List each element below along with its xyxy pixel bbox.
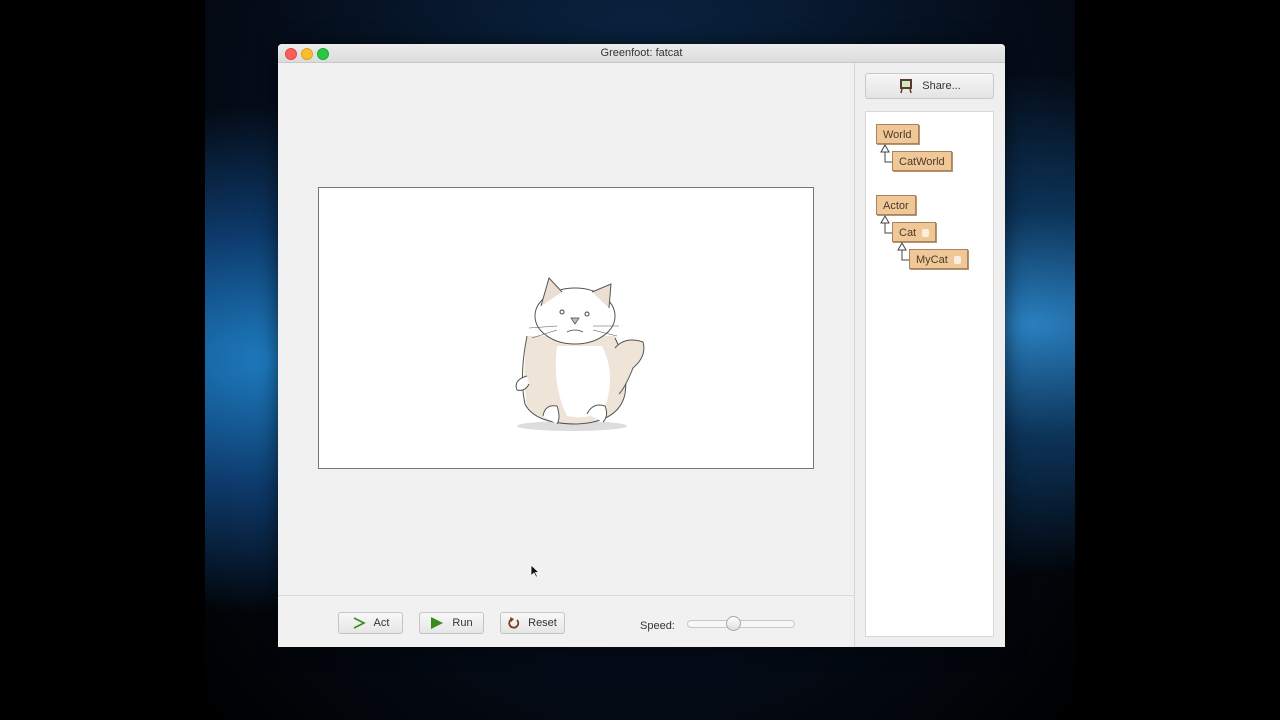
cat-actor[interactable]: [507, 276, 652, 434]
class-diagram: World CatWorld Actor Cat MyCat: [865, 111, 994, 637]
share-label: Share...: [922, 80, 961, 92]
act-button[interactable]: Act: [338, 612, 403, 634]
reset-button[interactable]: Reset: [500, 612, 565, 634]
world-canvas[interactable]: [318, 187, 814, 469]
minimize-button[interactable]: [301, 48, 313, 60]
speed-label: Speed:: [640, 620, 675, 632]
share-button[interactable]: Share...: [865, 73, 994, 99]
class-mycat[interactable]: MyCat: [909, 249, 968, 269]
title-bar: Greenfoot: fatcat: [278, 44, 1005, 63]
class-catworld[interactable]: CatWorld: [892, 151, 952, 171]
act-label: Act: [373, 617, 390, 629]
reset-label: Reset: [528, 617, 557, 629]
class-image-icon: [953, 256, 961, 265]
class-image-icon: [922, 229, 930, 238]
control-bar: Act Run Reset Speed:: [278, 595, 854, 647]
class-actor[interactable]: Actor: [876, 195, 916, 215]
play-icon: [431, 617, 444, 629]
window-title: Greenfoot: fatcat: [600, 47, 683, 59]
run-button[interactable]: Run: [419, 612, 484, 634]
class-cat[interactable]: Cat: [892, 222, 937, 242]
world-area: Act Run Reset Speed:: [278, 63, 855, 647]
zoom-button[interactable]: [317, 48, 329, 60]
easel-icon: [900, 79, 913, 94]
close-button[interactable]: [285, 48, 297, 60]
speed-slider-thumb[interactable]: [726, 616, 742, 631]
class-world[interactable]: World: [876, 124, 919, 144]
act-icon: [353, 617, 366, 629]
speed-slider[interactable]: [687, 616, 795, 631]
greenfoot-window: Greenfoot: fatcat Act Run Reset Speed: S…: [278, 44, 1005, 647]
sidebar: Share... World CatWorld Actor Cat MyCat: [855, 63, 1005, 647]
mouse-cursor-icon: [530, 564, 540, 578]
reset-icon: [508, 617, 520, 629]
run-label: Run: [452, 617, 473, 629]
